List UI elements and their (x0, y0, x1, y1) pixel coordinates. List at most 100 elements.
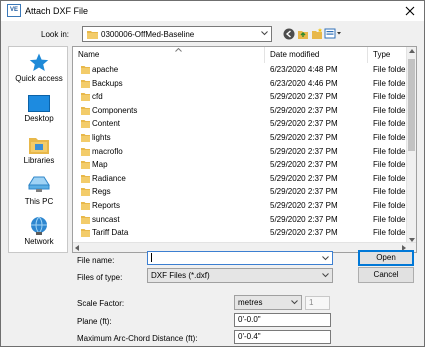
new-folder-icon[interactable] (311, 28, 323, 40)
place-label: Libraries (23, 156, 55, 165)
network-icon (31, 216, 47, 235)
chevron-down-icon[interactable] (322, 256, 329, 261)
file-row[interactable]: Tariff Data 5/29/2020 2:37 PM File folder (73, 226, 408, 240)
arc-chord-input[interactable]: 0'-0.4" (234, 330, 331, 344)
file-name-label: File name: (77, 256, 115, 265)
folder-icon (81, 147, 90, 156)
file-name: Backups (92, 78, 123, 88)
folder-icon (81, 161, 90, 170)
file-name: apache (92, 65, 119, 74)
file-row[interactable]: macroflo 5/29/2020 2:37 PM File folder (73, 145, 408, 159)
file-type: File folder (373, 78, 408, 88)
folder-icon (87, 31, 98, 39)
file-date: 5/29/2020 2:37 PM (270, 173, 338, 183)
look-in-combo[interactable]: 0300006-OffMed-Baseline (82, 26, 272, 42)
scroll-left-icon[interactable] (75, 245, 79, 251)
app-icon: VE (7, 4, 21, 17)
file-name: cfd (92, 92, 103, 102)
file-date: 5/29/2020 2:37 PM (270, 92, 338, 102)
file-name: Regs (92, 187, 111, 197)
file-row[interactable]: Content 5/29/2020 2:37 PM File folder (73, 117, 408, 131)
folder-icon (81, 106, 90, 115)
file-type: File folder (373, 105, 408, 115)
open-button[interactable]: Open (358, 250, 414, 266)
file-type: File folder (373, 133, 408, 142)
file-row[interactable]: apache 6/23/2020 4:48 PM File folder (73, 63, 408, 77)
file-type: File folder (373, 214, 408, 224)
file-row[interactable]: Radiance 5/29/2020 2:37 PM File folder (73, 172, 408, 186)
file-row[interactable]: cfd 5/29/2020 2:37 PM File folder (73, 90, 408, 104)
file-row[interactable]: Reports 5/29/2020 2:37 PM File folder (73, 199, 408, 213)
place-quick-access[interactable]: Quick access (9, 53, 69, 83)
file-date: 5/29/2020 2:37 PM (270, 214, 338, 224)
cancel-button[interactable]: Cancel (358, 267, 414, 283)
file-date: 5/29/2020 2:37 PM (270, 160, 338, 170)
file-name: Content (92, 119, 121, 129)
vertical-scrollbar[interactable] (406, 47, 416, 244)
scroll-thumb[interactable] (408, 59, 415, 151)
file-date: 5/29/2020 2:37 PM (270, 228, 338, 238)
dialog-body: Look in: 0300006-OffMed-Baseline Quick a… (1, 21, 424, 346)
view-menu-icon[interactable] (324, 28, 342, 40)
column-header-type[interactable]: Type (368, 47, 408, 63)
place-label: Desktop (24, 114, 54, 123)
folder-icon (81, 215, 90, 224)
file-type: File folder (373, 201, 408, 210)
attach-dxf-dialog: VE Attach DXF File Look in: 0300006-OffM… (0, 0, 425, 347)
arc-chord-label: Maximum Arc-Chord Distance (ft): (77, 334, 198, 343)
file-list[interactable]: Name Date modified Type apache 6/23/2020 … (72, 46, 417, 253)
files-of-type-select[interactable]: DXF Files (*.dxf) (147, 268, 333, 283)
title-bar: VE Attach DXF File (1, 1, 424, 21)
place-label: Quick access (15, 74, 63, 83)
file-type: File folder (373, 92, 408, 102)
place-desktop[interactable]: Desktop (9, 95, 69, 123)
file-name: Radiance (92, 173, 126, 183)
window-title: Attach DXF File (25, 6, 89, 16)
file-name-input[interactable] (147, 251, 333, 265)
place-this-pc[interactable]: This PC (9, 176, 69, 206)
place-label: This PC (24, 197, 54, 206)
file-type: File folder (373, 65, 408, 74)
file-name: suncast (92, 214, 120, 224)
scale-value-field: 1 (305, 296, 330, 310)
places-bar: Quick access Desktop Libraries This PC N… (8, 46, 68, 253)
file-type: File folder (373, 119, 408, 129)
file-name: Components (92, 105, 138, 115)
close-icon (405, 6, 415, 16)
star-icon (29, 53, 49, 71)
files-of-type-label: Files of type: (77, 273, 123, 282)
folder-icon (81, 120, 90, 129)
desktop-icon (28, 95, 50, 112)
folder-icon (81, 202, 90, 210)
chevron-down-icon (322, 273, 329, 278)
computer-icon (28, 176, 50, 192)
file-row[interactable]: lights 5/29/2020 2:37 PM File folder (73, 131, 408, 145)
column-header-date[interactable]: Date modified (265, 47, 368, 63)
scale-unit-select[interactable]: metres (234, 295, 302, 310)
close-button[interactable] (402, 3, 418, 19)
file-row[interactable]: Components 5/29/2020 2:37 PM File folder (73, 104, 408, 118)
file-date: 6/23/2020 4:48 PM (270, 65, 338, 74)
file-row[interactable]: Backups 6/23/2020 4:46 PM File folder (73, 77, 408, 91)
file-row[interactable]: Regs 5/29/2020 2:37 PM File folder (73, 185, 408, 199)
scroll-up-icon[interactable] (409, 49, 415, 53)
folder-icon (81, 134, 90, 142)
back-icon[interactable] (283, 28, 295, 40)
up-folder-icon[interactable] (297, 28, 309, 40)
look-in-value: 0300006-OffMed-Baseline (101, 30, 195, 39)
libraries-icon (29, 138, 49, 154)
place-network[interactable]: Network (9, 216, 69, 246)
file-type: File folder (373, 146, 408, 156)
file-name: Reports (92, 201, 121, 210)
chevron-down-icon (261, 31, 268, 36)
file-row[interactable]: Map 5/29/2020 2:37 PM File folder (73, 158, 408, 172)
place-libraries[interactable]: Libraries (9, 135, 69, 165)
file-type: File folder (373, 160, 408, 170)
column-header-name[interactable]: Name (73, 47, 265, 63)
plane-input[interactable]: 0'-0.0" (234, 313, 331, 327)
file-row[interactable]: suncast 5/29/2020 2:37 PM File folder (73, 213, 408, 227)
folder-icon (81, 79, 90, 88)
scale-factor-label: Scale Factor: (77, 299, 125, 308)
file-date: 5/29/2020 2:37 PM (270, 133, 338, 142)
file-name: Tariff Data (92, 228, 129, 238)
